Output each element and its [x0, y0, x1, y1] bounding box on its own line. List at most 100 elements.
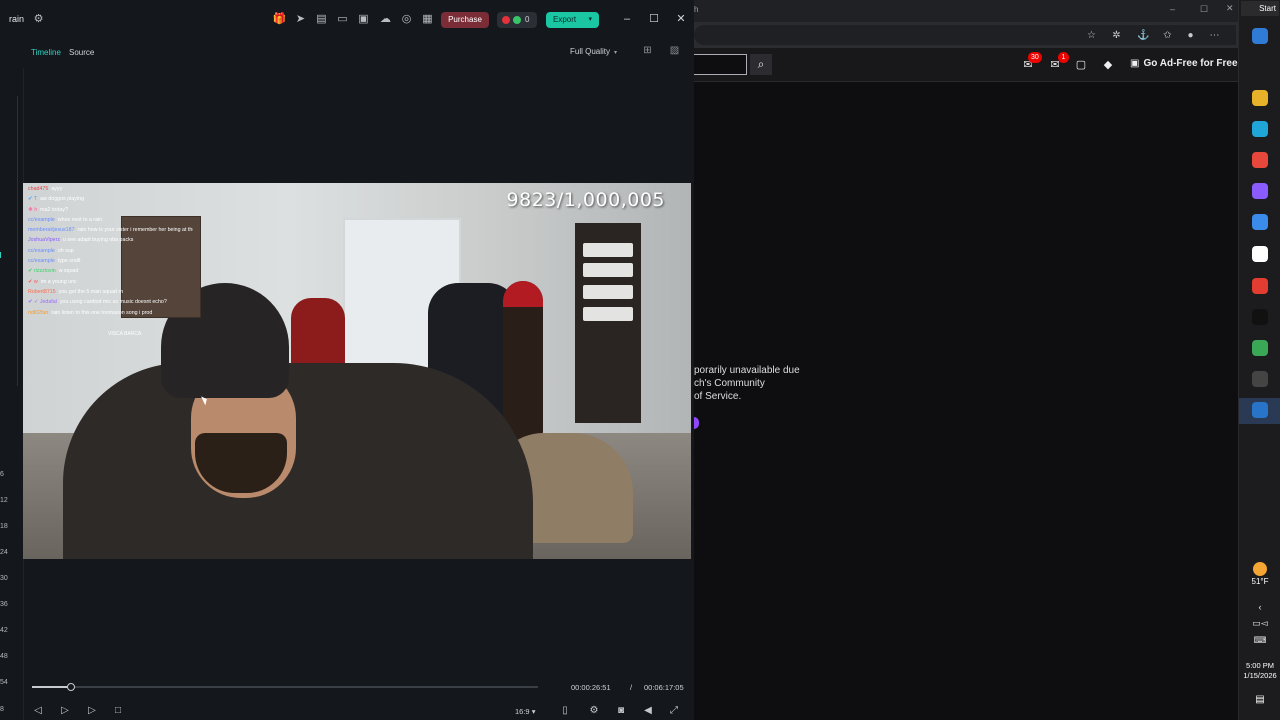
chat-text: type xndlt [57, 258, 81, 265]
url-field[interactable] [694, 25, 1236, 45]
search-icon[interactable]: ⌕ [750, 54, 772, 75]
save-icon[interactable]: ▣ [356, 12, 371, 27]
favorites-icon[interactable]: ✩ [1161, 29, 1174, 42]
points-indicator[interactable]: 0 [497, 12, 537, 28]
close-button[interactable]: ✕ [1226, 3, 1234, 14]
extension-icon[interactable]: ✲ [1110, 29, 1123, 42]
chat-text: u see adapt buying nba packs [63, 237, 134, 244]
grid-view-icon[interactable]: ⊞ [641, 45, 654, 57]
chat-text: aw doggos playing [40, 196, 84, 203]
keyboard-icon[interactable]: ⌨ [1239, 635, 1280, 646]
weather-icon[interactable] [1253, 562, 1267, 576]
taskbar-app-icon[interactable] [1252, 183, 1268, 199]
side-panel [0, 96, 18, 386]
chat-text: ma2 today? [40, 206, 68, 213]
ruler-label: 6 [0, 471, 4, 478]
support-icon[interactable]: ◎ [399, 12, 414, 27]
taskbar-app-icon[interactable] [1252, 278, 1268, 294]
image-view-icon[interactable]: ▨ [668, 45, 681, 57]
minimize-button[interactable]: – [620, 12, 634, 26]
maximize-button[interactable]: ☐ [647, 12, 661, 26]
chat-username: ❖ h [28, 206, 38, 213]
chat-text: rain how is your sister i remember her b… [77, 227, 193, 234]
star-icon[interactable]: ☆ [1085, 29, 1098, 42]
puzzle-icon[interactable]: ⚓ [1137, 29, 1150, 42]
address-bar: ☆ ✲ ⚓ ✩ ● ⋯ [694, 22, 1238, 48]
start-label: Start [1259, 4, 1276, 13]
chat-overlay: chad475 ayyy ✔ Taw doggos playing ❖ h ma2 to… [28, 186, 193, 337]
settings-icon[interactable]: ⚙ [31, 12, 46, 27]
fullscreen-icon[interactable]: ⤢ [667, 704, 681, 718]
volume-icon[interactable]: ◀ [641, 704, 655, 718]
chat-text: ayyy [51, 186, 63, 192]
taskbar-app-icon[interactable] [1252, 402, 1268, 418]
stop-icon[interactable]: □ [111, 704, 125, 718]
purchase-button[interactable]: Purchase [441, 12, 489, 28]
go-ad-free-button[interactable]: ▣ Go Ad-Free for Free [1130, 58, 1238, 69]
chat-username: cc/example [28, 247, 55, 254]
snapshot-icon[interactable]: ◙ [614, 704, 628, 718]
chat-username: ✔ T [28, 196, 38, 203]
crown-icon[interactable]: ◆ [1101, 58, 1115, 72]
export-label: Export [553, 15, 577, 24]
browser-titlebar: h – ☐ ✕ [694, 0, 1238, 22]
start-button[interactable]: Start [1241, 1, 1279, 16]
render-icon[interactable]: ⚙ [587, 704, 601, 718]
coin-icon [513, 16, 521, 24]
next-frame-icon[interactable]: ▷ [58, 704, 72, 718]
taskbar-app-icon[interactable] [1252, 121, 1268, 137]
gift-icon: ▣ [1130, 58, 1140, 69]
chat-username: ✔ rizzzlovin [28, 268, 56, 275]
layout-icon[interactable]: ▤ [314, 12, 329, 27]
tab-timeline[interactable]: Timeline [31, 48, 61, 57]
export-button[interactable]: Export ▾ [546, 12, 599, 28]
gift-icon[interactable]: 🎁 [272, 12, 287, 27]
cloud-upload-icon[interactable]: ☁ [378, 12, 393, 27]
chevron-down-icon: ▾ [588, 16, 592, 23]
close-button[interactable]: ✕ [674, 12, 688, 26]
taskbar-app-icon[interactable] [1252, 214, 1268, 230]
previous-frame-icon[interactable]: ◁ [31, 704, 45, 718]
chat-message: chad475 ayyy [28, 186, 193, 196]
chevron-up-icon[interactable]: ‹ [1239, 602, 1280, 612]
browser-window: h – ☐ ✕ ☆ ✲ ⚓ ✩ ● ⋯ ⌕ ✉ 30 ✉ 1 ▢ ◆ ▣ Go A… [694, 0, 1238, 720]
notification-icon[interactable]: ▤ [1253, 694, 1267, 706]
chat-username: ✔ w [28, 278, 38, 285]
more-icon[interactable]: ⋯ [1208, 29, 1221, 42]
adfree-label: Go Ad-Free for Free [1143, 58, 1238, 69]
playback-scrubber[interactable] [32, 683, 538, 691]
temperature: 51°F [1251, 577, 1269, 586]
app-title: rain [9, 14, 25, 24]
video-preview[interactable]: chad475 ayyy ✔ Taw doggos playing ❖ h ma2 to… [23, 183, 691, 559]
chat-message: Robert8715 you got the 5 man squad rn [28, 289, 193, 299]
chat-banner: VISCA BARCA [108, 331, 142, 337]
taskbar-app-icon[interactable] [1252, 28, 1268, 44]
minimize-button[interactable]: – [1170, 4, 1175, 14]
grid-icon[interactable]: ▦ [420, 12, 435, 27]
play-icon[interactable]: ▷ [85, 704, 99, 718]
image-icon[interactable]: ▭ [335, 12, 350, 27]
taskbar-app-icon[interactable] [1252, 152, 1268, 168]
playhead-marker [0, 252, 4, 258]
maximize-button[interactable]: ☐ [1200, 4, 1208, 15]
aspect-ratio-select[interactable]: 16:9 ▾ [515, 707, 535, 716]
taskbar-app-icon[interactable] [1252, 371, 1268, 387]
taskbar-app-icon[interactable] [1252, 246, 1268, 262]
taskbar-app-icon[interactable] [1252, 90, 1268, 106]
quality-label: Full Quality [570, 47, 611, 56]
send-icon[interactable]: ➤ [293, 12, 308, 27]
record-icon [502, 16, 510, 24]
tab-source[interactable]: Source [69, 48, 94, 57]
whispers-icon[interactable]: ▢ [1074, 58, 1088, 72]
safe-zone-icon[interactable]: ▯ [558, 704, 572, 718]
taskbar-app-icon[interactable] [1252, 340, 1268, 356]
channel-unavailable-notice: porarily unavailable due ch's Community … [694, 364, 800, 403]
search-input[interactable] [694, 54, 747, 75]
profile-icon[interactable]: ● [1184, 29, 1197, 42]
quality-select[interactable]: Full Quality ▾ [570, 47, 617, 56]
scene-shelf [575, 223, 641, 423]
scrubber-handle[interactable] [66, 683, 75, 691]
clock[interactable]: 5:00 PM 1/15/2026 [1239, 661, 1280, 681]
taskbar-app-icon[interactable] [1252, 309, 1268, 325]
network-volume-icon[interactable]: ▭◅ [1239, 618, 1280, 629]
